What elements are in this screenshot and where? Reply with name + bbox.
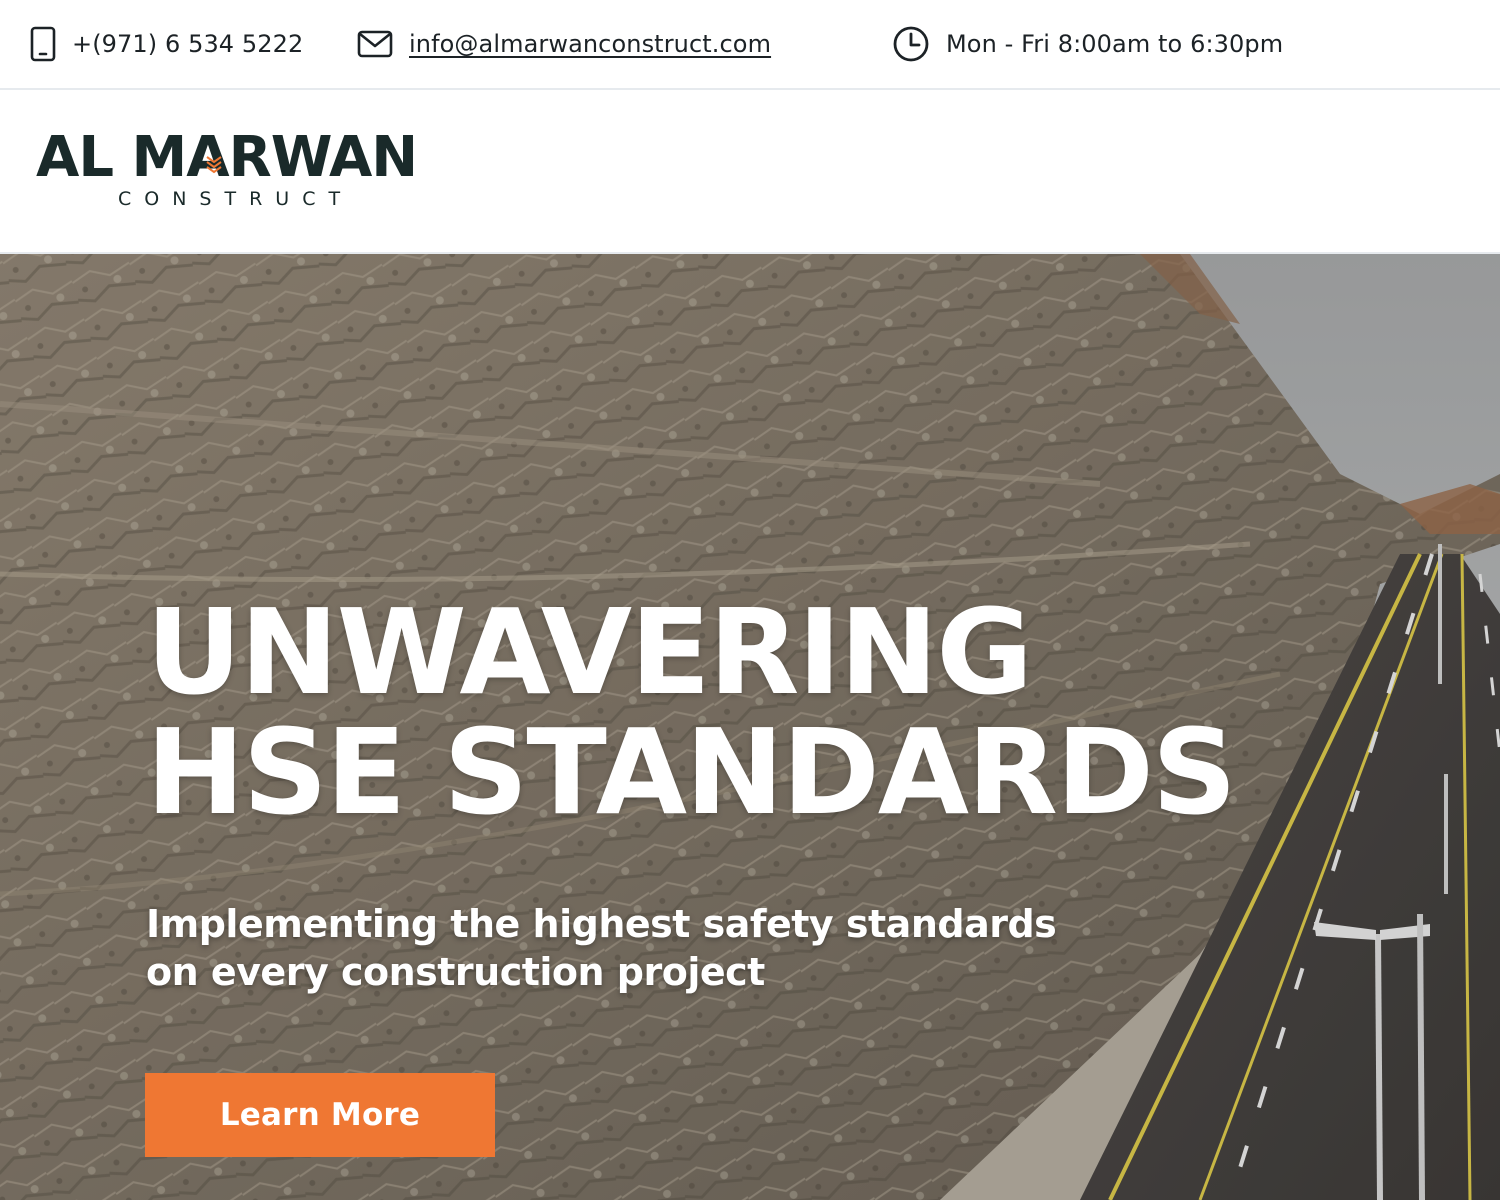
contact-bar: +(971) 6 534 5222 info@almarwanconstruct… xyxy=(0,0,1500,90)
logo-wordmark: AL MARWAN xyxy=(36,125,418,190)
hours-text: Mon - Fri 8:00am to 6:30pm xyxy=(946,30,1284,58)
hero-subtitle-line-1: Implementing the highest safety standard… xyxy=(146,902,1057,946)
company-logo[interactable]: AL MARWAN CONSTRUCT xyxy=(36,128,436,218)
clock-icon xyxy=(892,25,930,63)
hero-subtitle: Implementing the highest safety standard… xyxy=(146,900,1057,996)
chevron-logo-icon xyxy=(206,156,222,174)
hero-banner: UNWAVERING HSE STANDARDS Implementing th… xyxy=(0,254,1500,1200)
logo-subtitle: CONSTRUCT xyxy=(118,188,354,210)
email-contact[interactable]: info@almarwanconstruct.com xyxy=(357,0,771,88)
hero-title-line-2: HSE STANDARDS xyxy=(146,703,1237,841)
site-header: AL MARWAN CONSTRUCT xyxy=(0,90,1500,254)
phone-contact[interactable]: +(971) 6 534 5222 xyxy=(30,0,303,88)
email-link[interactable]: info@almarwanconstruct.com xyxy=(409,30,771,58)
hero-subtitle-line-2: on every construction project xyxy=(146,950,765,994)
phone-icon xyxy=(30,26,56,62)
business-hours: Mon - Fri 8:00am to 6:30pm xyxy=(892,0,1283,88)
hero-title: UNWAVERING HSE STANDARDS xyxy=(146,583,1237,841)
hero-title-line-1: UNWAVERING xyxy=(146,583,1033,721)
learn-more-button[interactable]: Learn More xyxy=(145,1073,495,1157)
mail-icon xyxy=(357,29,393,59)
phone-number[interactable]: +(971) 6 534 5222 xyxy=(72,30,303,58)
